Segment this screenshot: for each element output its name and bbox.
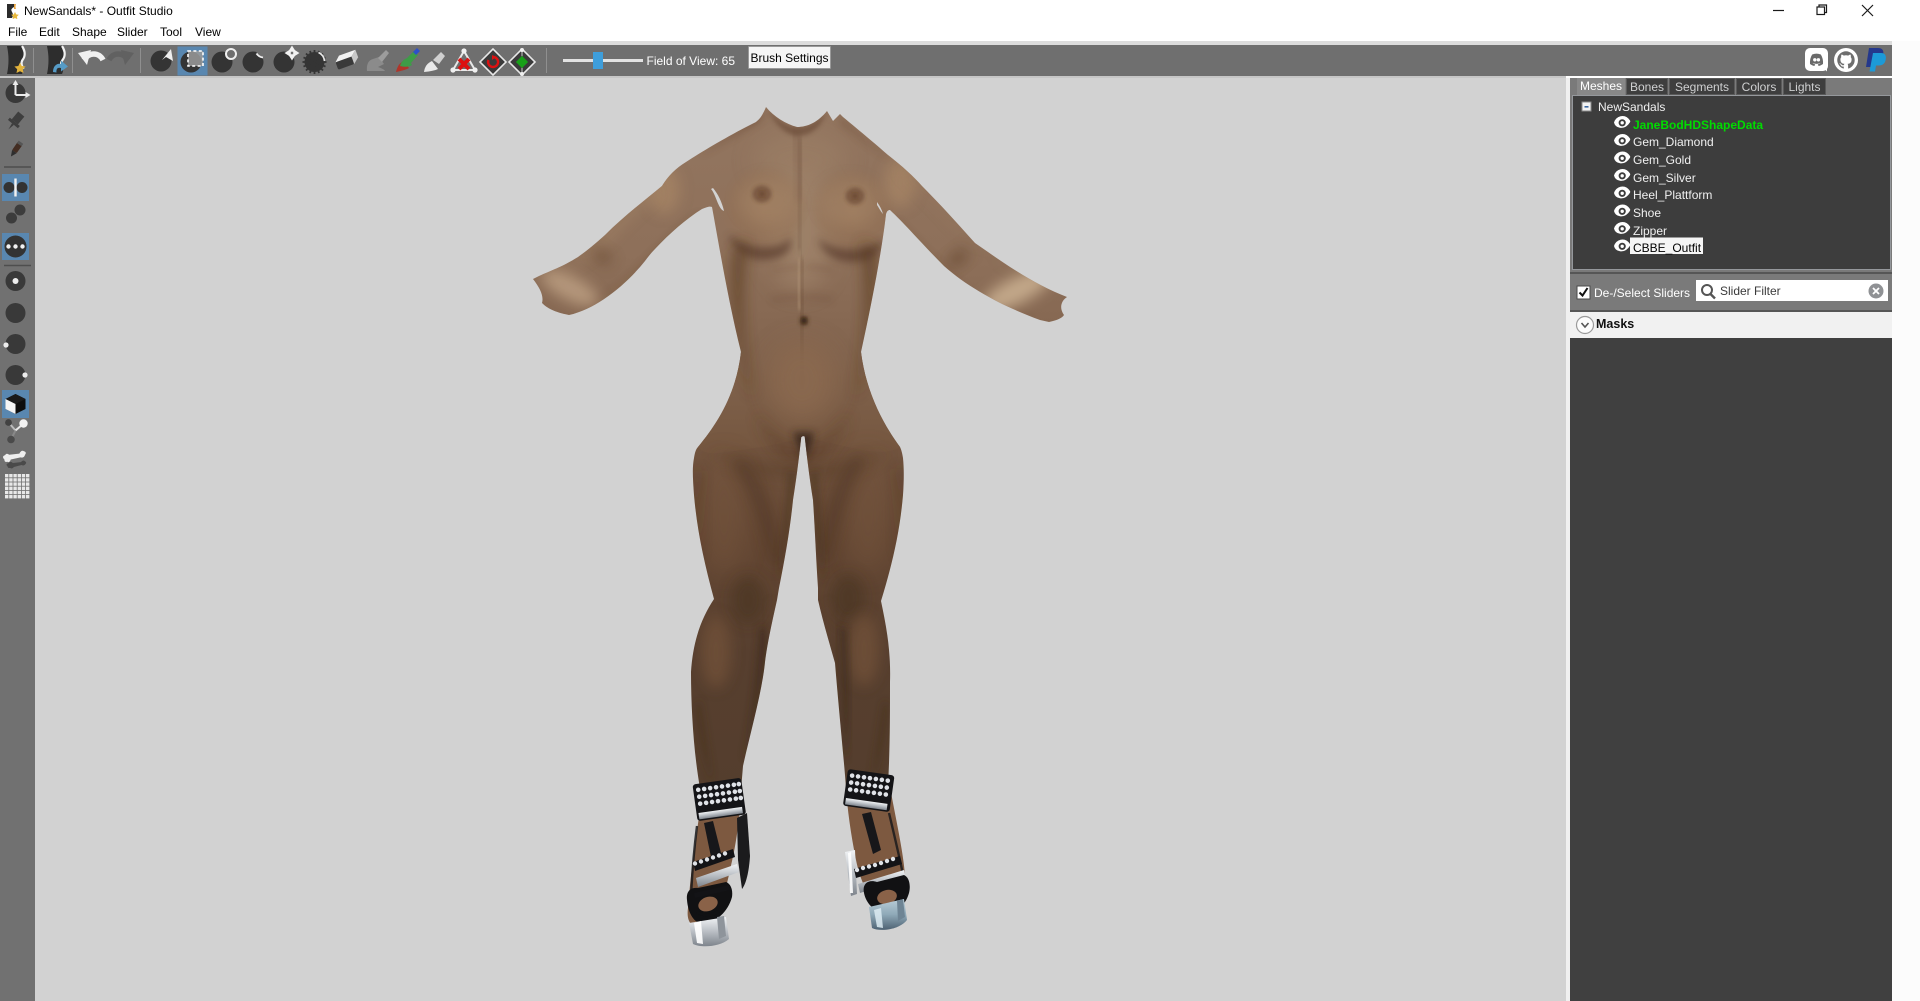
svg-text:Field of View: 65: Field of View: 65 bbox=[647, 54, 736, 68]
